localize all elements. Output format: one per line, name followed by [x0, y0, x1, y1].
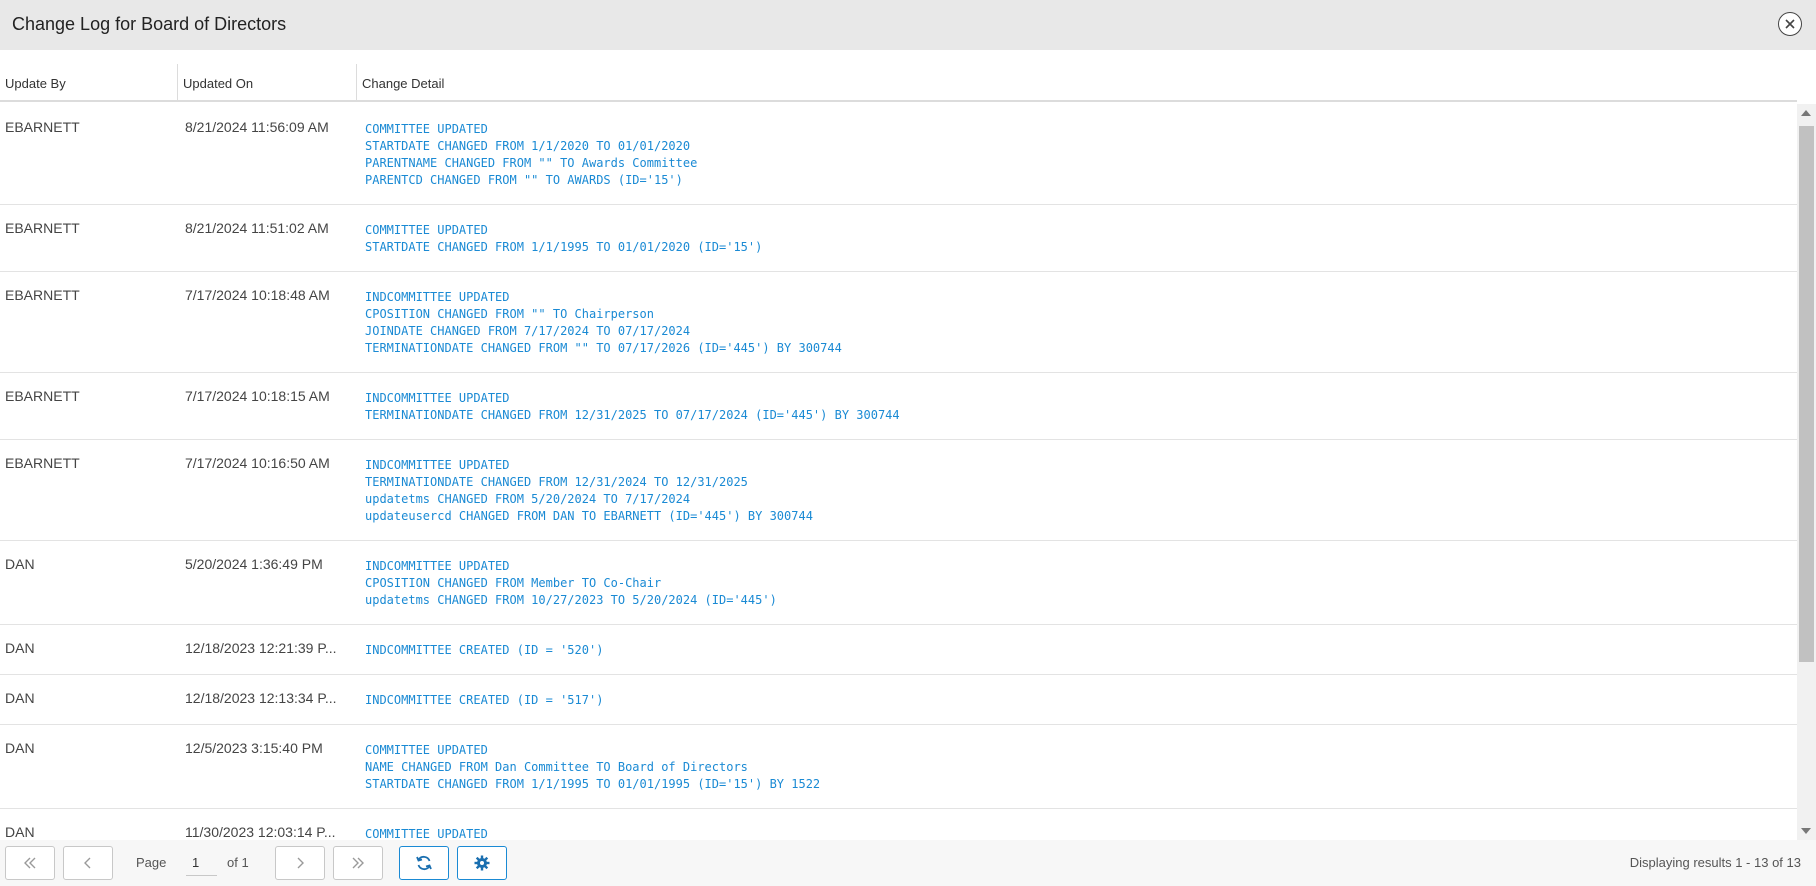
pager-toolbar: Page of 1	[0, 840, 1816, 886]
gear-icon	[474, 855, 490, 871]
change-detail-cell: INDCOMMITTEE UPDATED CPOSITION CHANGED F…	[365, 559, 777, 607]
updated-on-cell: 8/21/2024 11:56:09 AM	[185, 119, 329, 135]
table-row[interactable]: EBARNETT 8/21/2024 11:51:02 AM COMMITTEE…	[0, 205, 1797, 272]
table-row[interactable]: EBARNETT 7/17/2024 10:18:15 AM INDCOMMIT…	[0, 373, 1797, 440]
change-log-dialog: Change Log for Board of Directors Update…	[0, 0, 1816, 886]
column-header-update-by[interactable]: Update By	[0, 64, 177, 102]
change-detail-cell: INDCOMMITTEE CREATED (ID = '520')	[365, 643, 604, 657]
update-by-cell: DAN	[5, 740, 35, 756]
updated-on-cell: 5/20/2024 1:36:49 PM	[185, 556, 323, 572]
table-row[interactable]: DAN 12/18/2023 12:21:39 P... INDCOMMITTE…	[0, 625, 1797, 675]
change-detail-cell: INDCOMMITTEE UPDATED CPOSITION CHANGED F…	[365, 290, 842, 355]
refresh-button[interactable]	[399, 846, 449, 880]
change-detail-cell: INDCOMMITTEE UPDATED TERMINATIONDATE CHA…	[365, 391, 900, 422]
page-count-label: of 1	[227, 855, 249, 870]
close-button[interactable]	[1778, 12, 1802, 36]
table-row[interactable]: EBARNETT 7/17/2024 10:16:50 AM INDCOMMIT…	[0, 440, 1797, 541]
double-chevron-left-icon	[24, 857, 36, 869]
chevron-right-icon	[297, 857, 304, 869]
change-detail-cell: COMMITTEE UPDATED	[365, 827, 488, 840]
last-page-button[interactable]	[333, 846, 383, 880]
column-header-change-detail[interactable]: Change Detail	[356, 64, 1797, 102]
change-detail-cell: COMMITTEE UPDATED STARTDATE CHANGED FROM…	[365, 122, 698, 187]
update-by-cell: EBARNETT	[5, 220, 80, 236]
change-detail-cell: INDCOMMITTEE CREATED (ID = '517')	[365, 693, 604, 707]
updated-on-cell: 11/30/2023 12:03:14 P...	[185, 824, 336, 840]
update-by-cell: DAN	[5, 556, 35, 572]
column-header-updated-on[interactable]: Updated On	[177, 64, 356, 102]
results-summary: Displaying results 1 - 13 of 13	[1629, 855, 1801, 870]
update-by-cell: EBARNETT	[5, 119, 80, 135]
updated-on-cell: 7/17/2024 10:18:15 AM	[185, 388, 330, 404]
table-row[interactable]: DAN 12/18/2023 12:13:34 P... INDCOMMITTE…	[0, 675, 1797, 725]
change-detail-cell: INDCOMMITTEE UPDATED TERMINATIONDATE CHA…	[365, 458, 813, 523]
table-body: EBARNETT 8/21/2024 11:56:09 AM COMMITTEE…	[0, 104, 1797, 840]
first-page-button[interactable]	[5, 846, 55, 880]
table-row[interactable]: DAN 12/5/2023 3:15:40 PM COMMITTEE UPDAT…	[0, 725, 1797, 809]
change-detail-cell: COMMITTEE UPDATED NAME CHANGED FROM Dan …	[365, 743, 821, 791]
refresh-icon	[416, 855, 432, 871]
updated-on-cell: 7/17/2024 10:18:48 AM	[185, 287, 330, 303]
update-by-cell: DAN	[5, 640, 35, 656]
vertical-scrollbar[interactable]	[1797, 104, 1816, 840]
page-label: Page	[136, 855, 167, 870]
scroll-down-arrow-icon[interactable]	[1801, 828, 1811, 834]
previous-page-button[interactable]	[63, 846, 113, 880]
updated-on-cell: 7/17/2024 10:16:50 AM	[185, 455, 330, 471]
update-by-cell: DAN	[5, 690, 35, 706]
next-page-button[interactable]	[275, 846, 325, 880]
updated-on-cell: 8/21/2024 11:51:02 AM	[185, 220, 329, 236]
dialog-titlebar: Change Log for Board of Directors	[0, 0, 1816, 50]
updated-on-cell: 12/18/2023 12:13:34 P...	[185, 690, 337, 706]
table-row[interactable]: EBARNETT 8/21/2024 11:56:09 AM COMMITTEE…	[0, 104, 1797, 205]
table-row[interactable]: EBARNETT 7/17/2024 10:18:48 AM INDCOMMIT…	[0, 272, 1797, 373]
update-by-cell: EBARNETT	[5, 287, 80, 303]
scrollbar-thumb[interactable]	[1799, 126, 1814, 662]
dialog-title: Change Log for Board of Directors	[12, 14, 287, 34]
update-by-cell: EBARNETT	[5, 388, 80, 404]
change-detail-cell: COMMITTEE UPDATED STARTDATE CHANGED FROM…	[365, 223, 763, 254]
close-circle-icon	[1785, 19, 1795, 29]
update-by-cell: EBARNETT	[5, 455, 80, 471]
updated-on-cell: 12/18/2023 12:21:39 P...	[185, 640, 337, 656]
updated-on-cell: 12/5/2023 3:15:40 PM	[185, 740, 323, 756]
table-header: Update By Updated On Change Detail	[0, 64, 1797, 102]
double-chevron-right-icon	[352, 857, 364, 869]
table-row[interactable]: DAN 11/30/2023 12:03:14 P... COMMITTEE U…	[0, 809, 1797, 840]
update-by-cell: DAN	[5, 824, 35, 840]
table-row[interactable]: DAN 5/20/2024 1:36:49 PM INDCOMMITTEE UP…	[0, 541, 1797, 625]
scroll-up-arrow-icon[interactable]	[1801, 110, 1811, 116]
page-number-input[interactable]	[186, 849, 217, 876]
chevron-left-icon	[84, 857, 91, 869]
settings-button[interactable]	[457, 846, 507, 880]
